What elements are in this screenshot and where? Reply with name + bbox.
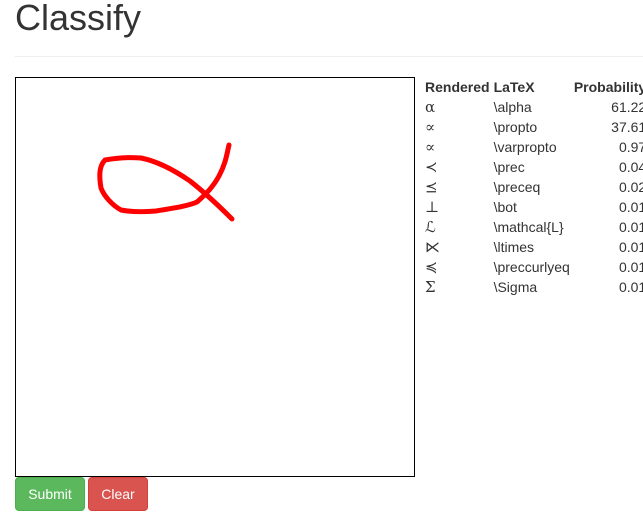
clear-button[interactable]: Clear (88, 477, 148, 511)
drawing-canvas[interactable] (15, 77, 415, 477)
table-row: ⪯ \preceq 0.02 (423, 177, 643, 197)
submit-button[interactable]: Submit (15, 477, 85, 511)
title-divider (15, 56, 643, 57)
table-row: Σ \Sigma 0.01 (423, 277, 643, 297)
latex-command: \Sigma (493, 279, 538, 295)
table-row: ∝ \propto 37.61 (423, 117, 643, 137)
rendered-symbol: ∝ (425, 138, 436, 156)
latex-command: \varpropto (493, 139, 557, 155)
table-row: ∝ \varpropto 0.97 (423, 137, 643, 157)
table-row: α \alpha 61.22 (423, 97, 643, 117)
latex-command: \preccurlyeq (493, 259, 570, 275)
latex-command: \alpha (493, 99, 532, 115)
probability-value: 0.01 (618, 259, 643, 275)
table-row: ≺ \prec 0.04 (423, 157, 643, 177)
rendered-symbol: α (425, 98, 436, 116)
table-row: ≼ \preccurlyeq 0.01 (423, 257, 643, 277)
handwritten-stroke (97, 142, 235, 222)
rendered-symbol: ∝ (425, 118, 436, 136)
latex-command: \bot (493, 199, 517, 215)
rendered-symbol: ≼ (425, 258, 438, 276)
probability-value: 0.01 (618, 219, 643, 235)
probability-value: 61.22 (611, 99, 643, 115)
probability-value: 37.61 (611, 119, 643, 135)
rendered-symbol: ⊥ (425, 198, 440, 216)
probability-value: 0.01 (618, 279, 643, 295)
rendered-symbol: ≺ (425, 158, 438, 176)
rendered-symbol: ⋉ (425, 238, 440, 256)
latex-command: \ltimes (493, 239, 535, 255)
table-row: ⊥ \bot 0.01 (423, 197, 643, 217)
page-title: Classify (15, 0, 142, 38)
rendered-symbol: ℒ (425, 218, 436, 236)
latex-command: \mathcal{L} (493, 219, 564, 235)
latex-command: \propto (493, 119, 538, 135)
header-latex: LaTeX (493, 79, 535, 95)
results-table: Rendered LaTeX Probability α \alpha 61.2… (423, 77, 643, 297)
header-rendered: Rendered (425, 79, 490, 95)
probability-value: 0.01 (618, 199, 643, 215)
table-row: ℒ \mathcal{L} 0.01 (423, 217, 643, 237)
results-header-row: Rendered LaTeX Probability (423, 77, 643, 97)
rendered-symbol: ⪯ (425, 178, 438, 196)
probability-value: 0.04 (618, 159, 643, 175)
latex-command: \prec (493, 159, 525, 175)
rendered-symbol: Σ (425, 278, 436, 296)
latex-command: \preceq (493, 179, 541, 195)
probability-value: 0.02 (618, 179, 643, 195)
header-probability: Probability (573, 79, 643, 95)
probability-value: 0.97 (618, 139, 643, 155)
table-row: ⋉ \ltimes 0.01 (423, 237, 643, 257)
probability-value: 0.01 (618, 239, 643, 255)
